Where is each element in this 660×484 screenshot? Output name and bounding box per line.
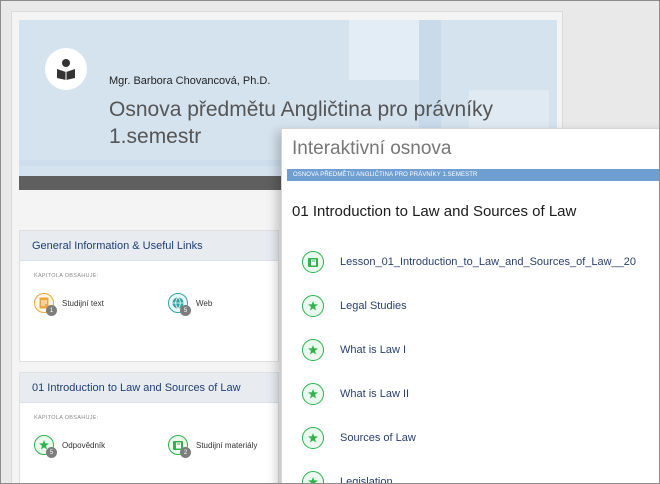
chip-study-text[interactable]: 1 Studijní text — [34, 293, 104, 316]
screenshot-frame: Mgr. Barbora Chovancová, Ph.D. Osnova př… — [0, 0, 660, 484]
chapter-title[interactable]: General Information & Useful Links — [20, 231, 278, 261]
item-label[interactable]: Legislation — [340, 476, 393, 483]
chapter-contents-label: KAPITOLA OBSAHUJE: — [34, 273, 99, 279]
puzzle-icon — [302, 427, 324, 449]
item-label[interactable]: Legal Studies — [340, 300, 407, 312]
section-title: 01 Introduction to Law and Sources of La… — [292, 203, 577, 220]
list-item-legal-studies[interactable]: Legal Studies — [302, 295, 407, 317]
list-item-what-is-law-1[interactable]: What is Law I — [302, 339, 406, 361]
reader-avatar-icon — [45, 48, 87, 90]
chip-label: Odpovědník — [62, 440, 106, 450]
puzzle-icon — [302, 383, 324, 405]
author-name: Mgr. Barbora Chovancová, Ph.D. — [109, 75, 271, 87]
item-label[interactable]: What is Law I — [340, 344, 406, 356]
item-label[interactable]: What is Law II — [340, 388, 409, 400]
count-badge: 2 — [180, 447, 191, 458]
chip-web[interactable]: 5 Web — [168, 293, 213, 316]
panel-title: Interaktivní osnova — [292, 138, 452, 159]
puzzle-icon — [302, 295, 324, 317]
chapter-card-general[interactable]: General Information & Useful Links KAPIT… — [19, 230, 279, 362]
list-item-sources-of-law[interactable]: Sources of Law — [302, 427, 416, 449]
count-badge: 5 — [180, 305, 191, 316]
count-badge: 5 — [46, 447, 57, 458]
chip-answer-sheet[interactable]: 5 Odpovědník — [34, 435, 106, 458]
chip-label: Web — [196, 298, 213, 308]
interactive-syllabus-panel: Interaktivní osnova OSNOVA PŘEDMĚTU ANGL… — [281, 128, 659, 483]
globe-icon: 5 — [168, 293, 191, 316]
item-label[interactable]: Lesson_01_Introduction_to_Law_and_Source… — [340, 256, 636, 268]
folder-icon — [302, 251, 324, 273]
chip-study-materials[interactable]: 2 Studijní materiály — [168, 435, 258, 458]
chapter-contents-label: KAPITOLA OBSAHUJE: — [34, 415, 99, 421]
count-badge: 1 — [46, 305, 57, 316]
chapter-card-01[interactable]: 01 Introduction to Law and Sources of La… — [19, 372, 279, 483]
puzzle-icon — [302, 339, 324, 361]
list-item-what-is-law-2[interactable]: What is Law II — [302, 383, 409, 405]
folder-icon: 2 — [168, 435, 191, 458]
breadcrumb[interactable]: OSNOVA PŘEDMĚTU ANGLIČTINA PRO PRÁVNÍKY … — [287, 169, 659, 181]
puzzle-icon: 5 — [34, 435, 57, 458]
item-label[interactable]: Sources of Law — [340, 432, 416, 444]
document-icon: 1 — [34, 293, 57, 316]
puzzle-icon — [302, 471, 324, 483]
list-item-lesson-file[interactable]: Lesson_01_Introduction_to_Law_and_Source… — [302, 251, 636, 273]
chapter-title[interactable]: 01 Introduction to Law and Sources of La… — [20, 373, 278, 403]
chip-label: Studijní text — [62, 298, 104, 308]
list-item-legislation[interactable]: Legislation — [302, 471, 393, 483]
chip-label: Studijní materiály — [196, 440, 258, 450]
chapter-body: KAPITOLA OBSAHUJE: 1 Studijní text 5 Web — [20, 261, 278, 361]
chapter-body: KAPITOLA OBSAHUJE: 5 Odpovědník 2 Studij… — [20, 403, 278, 483]
